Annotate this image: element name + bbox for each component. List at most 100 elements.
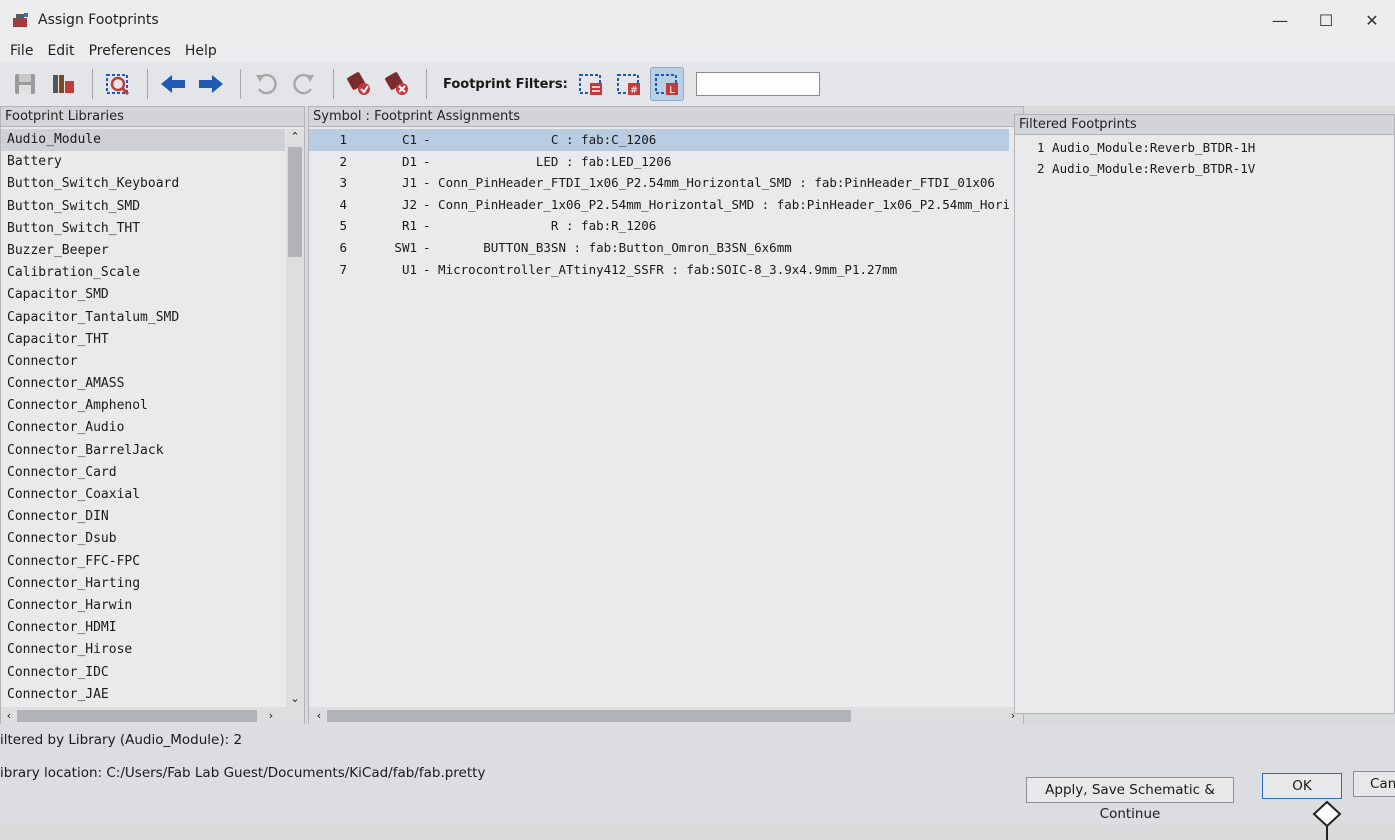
library-item[interactable]: Connector_Harwin bbox=[1, 595, 285, 617]
library-item[interactable]: Connector bbox=[1, 351, 285, 373]
library-item[interactable]: Connector_IDC bbox=[1, 662, 285, 684]
footprint-libraries-panel: Footprint Libraries Audio_Module Battery B… bbox=[0, 106, 305, 726]
library-location-text: ibrary location: C:/Users/Fab Lab Guest/… bbox=[0, 765, 486, 781]
filtered-footprints-header: Filtered Footprints bbox=[1015, 115, 1394, 135]
assignment-text: - Conn_PinHeader_1x06_P2.54mm_Horizontal… bbox=[423, 196, 1009, 212]
library-item[interactable]: Connector_HDMI bbox=[1, 617, 285, 639]
filter-by-library-icon[interactable]: L bbox=[649, 67, 684, 101]
menu-file[interactable]: File bbox=[10, 43, 33, 59]
save-icon[interactable] bbox=[8, 67, 42, 101]
library-item[interactable]: Connector_FFC-FPC bbox=[1, 551, 285, 573]
menu-help[interactable]: Help bbox=[185, 43, 217, 59]
library-item[interactable]: Button_Switch_SMD bbox=[1, 196, 285, 218]
assignment-text: - C : fab:C_1206 bbox=[423, 132, 657, 147]
assignment-row[interactable]: 1 C1 - C : fab:C_1206 bbox=[309, 129, 1009, 151]
assignment-num: 1 bbox=[339, 132, 347, 147]
filtered-footprint-item[interactable]: 2 Audio_Module:Reverb_BTDR-1V bbox=[1015, 158, 1393, 179]
library-item[interactable]: Connector_Coaxial bbox=[1, 484, 285, 506]
scroll-right-icon[interactable]: › bbox=[263, 707, 279, 725]
assignment-ref: C1 bbox=[401, 132, 417, 147]
auto-assign-icon[interactable] bbox=[342, 67, 376, 101]
scroll-left-icon[interactable]: ‹ bbox=[311, 707, 327, 725]
scroll-left-icon[interactable]: ‹ bbox=[1, 707, 17, 725]
library-item[interactable]: Battery bbox=[1, 151, 285, 173]
title-bar: Assign Footprints — ☐ ✕ bbox=[0, 0, 1395, 40]
library-item[interactable]: Capacitor_SMD bbox=[1, 284, 285, 306]
library-item[interactable]: Button_Switch_THT bbox=[1, 218, 285, 240]
library-item[interactable]: Connector_DIN bbox=[1, 506, 285, 528]
assignment-row[interactable]: 4 J2 - Conn_PinHeader_1x06_P2.54mm_Horizon… bbox=[309, 194, 1009, 216]
assignment-row[interactable]: 7 U1 - Microcontroller_ATtiny412_SSFR : fa… bbox=[309, 259, 1009, 281]
assignment-num: 2 bbox=[339, 153, 347, 169]
assignment-ref: SW1 bbox=[394, 239, 417, 255]
assignment-row[interactable]: 3 J1 - Conn_PinHeader_FTDI_1x06_P2.54mm_Ho… bbox=[309, 172, 1009, 194]
library-item[interactable]: Capacitor_THT bbox=[1, 329, 285, 351]
redo-icon[interactable] bbox=[287, 67, 321, 101]
minimize-button[interactable]: — bbox=[1257, 0, 1303, 40]
toolbar: Footprint Filters: # L bbox=[0, 62, 1395, 106]
kicad-app-icon bbox=[13, 13, 28, 27]
cancel-button[interactable]: Can bbox=[1353, 771, 1395, 797]
library-list: Audio_Module Battery Button_Switch_Keyboar… bbox=[1, 129, 285, 706]
assignment-ref: J1 bbox=[401, 175, 417, 191]
library-item[interactable]: Connector_BarrelJack bbox=[1, 440, 285, 462]
filter-status-text: iltered by Library (Audio_Module): 2 bbox=[0, 732, 243, 748]
library-item[interactable]: Connector_AMASS bbox=[1, 373, 285, 395]
arrow-right-icon[interactable] bbox=[194, 67, 228, 101]
scroll-thumb[interactable] bbox=[288, 147, 302, 257]
library-item[interactable]: Connector_Dsub bbox=[1, 528, 285, 550]
assignments-horizontal-scrollbar[interactable]: ‹ › bbox=[309, 707, 1023, 725]
library-table-icon[interactable] bbox=[46, 67, 80, 101]
assignment-row[interactable]: 6 SW1 - BUTTON_B3SN : fab:Button_Omron_B3S… bbox=[309, 237, 1009, 259]
library-item[interactable]: Connector_JAE bbox=[1, 684, 285, 706]
library-item[interactable]: Capacitor_Tantalum_SMD bbox=[1, 307, 285, 329]
filtered-footprint-list: 1 Audio_Module:Reverb_BTDR-1H 2 Audio_Mod… bbox=[1015, 137, 1393, 179]
view-footprint-icon[interactable] bbox=[101, 67, 135, 101]
library-item[interactable]: Audio_Module bbox=[1, 129, 285, 152]
maximize-button[interactable]: ☐ bbox=[1303, 0, 1349, 40]
assignment-text: - LED : fab:LED_1206 bbox=[423, 153, 672, 169]
scroll-up-icon[interactable]: ⌃ bbox=[286, 129, 304, 145]
library-vertical-scrollbar[interactable]: ⌃ ⌄ bbox=[286, 129, 304, 707]
assignments-panel: Symbol : Footprint Assignments 1 C1 - C : … bbox=[308, 106, 1024, 726]
menu-edit[interactable]: Edit bbox=[47, 43, 74, 59]
assignment-ref: R1 bbox=[401, 218, 417, 234]
filter-by-pincount-icon[interactable]: # bbox=[612, 67, 646, 101]
apply-save-continue-button[interactable]: Apply, Save Schematic & Continue bbox=[1026, 777, 1234, 822]
library-item[interactable]: Calibration_Scale bbox=[1, 262, 285, 284]
scroll-thumb[interactable] bbox=[327, 710, 851, 722]
menu-bar: File Edit Preferences Help bbox=[0, 40, 1395, 62]
library-item[interactable]: Connector_Harting bbox=[1, 573, 285, 595]
assignment-num: 5 bbox=[339, 218, 347, 234]
undo-icon[interactable] bbox=[249, 67, 283, 101]
mouse-cursor-icon bbox=[1312, 800, 1342, 840]
assignment-text: - R : fab:R_1206 bbox=[423, 218, 657, 234]
toolbar-separator bbox=[240, 69, 241, 99]
filtered-footprints-panel: Filtered Footprints 1 Audio_Module:Rever… bbox=[1014, 114, 1395, 714]
library-horizontal-scrollbar[interactable]: ‹ › bbox=[1, 707, 304, 725]
toolbar-separator bbox=[92, 69, 93, 99]
assignment-num: 6 bbox=[339, 239, 347, 255]
scroll-down-icon[interactable]: ⌄ bbox=[286, 691, 304, 707]
library-item[interactable]: Connector_Hirose bbox=[1, 639, 285, 661]
footprint-filter-input[interactable] bbox=[695, 72, 820, 96]
filter-by-keywords-icon[interactable] bbox=[574, 67, 608, 101]
assignment-ref: J2 bbox=[401, 196, 417, 212]
ok-button[interactable]: OK bbox=[1262, 773, 1342, 799]
window-title: Assign Footprints bbox=[38, 12, 159, 28]
menu-preferences[interactable]: Preferences bbox=[89, 43, 171, 59]
library-item[interactable]: Buzzer_Beeper bbox=[1, 240, 285, 262]
toolbar-separator bbox=[426, 69, 427, 99]
library-item[interactable]: Button_Switch_Keyboard bbox=[1, 173, 285, 195]
assignment-num: 4 bbox=[339, 196, 347, 212]
delete-assignments-icon[interactable] bbox=[380, 67, 414, 101]
filtered-footprint-item[interactable]: 1 Audio_Module:Reverb_BTDR-1H bbox=[1015, 137, 1393, 158]
scroll-thumb[interactable] bbox=[17, 710, 257, 722]
library-item[interactable]: Connector_Amphenol bbox=[1, 395, 285, 417]
assignment-row[interactable]: 2 D1 - LED : fab:LED_1206 bbox=[309, 151, 1009, 173]
arrow-left-icon[interactable] bbox=[156, 67, 190, 101]
library-item[interactable]: Connector_Audio bbox=[1, 417, 285, 439]
library-item[interactable]: Connector_Card bbox=[1, 462, 285, 484]
assignment-row[interactable]: 5 R1 - R : fab:R_1206 bbox=[309, 215, 1009, 237]
close-button[interactable]: ✕ bbox=[1349, 0, 1395, 40]
